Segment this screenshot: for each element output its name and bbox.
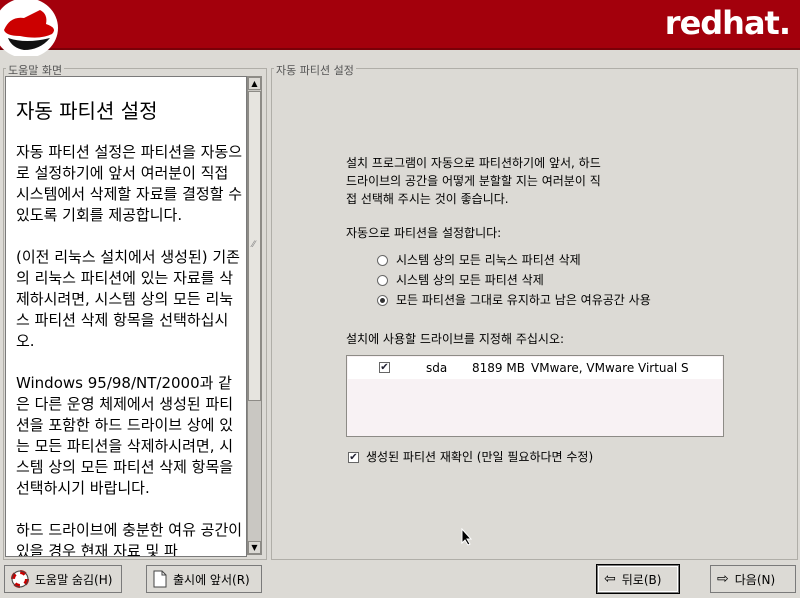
review-checkbox[interactable]: ✔ [348,452,359,463]
radio-button-selected[interactable] [377,295,388,306]
help-paragraph: (이전 리눅스 설치에서 생성된) 기존의 리눅스 파티션에 있는 자료를 삭제… [16,248,240,350]
drive-checkbox[interactable]: ✔ [379,362,390,373]
radio-label: 시스템 상의 모든 리눅스 파티션 삭제 [396,253,581,267]
back-button[interactable]: ⇦ 뒤로(B) [597,565,679,593]
help-scrollbar[interactable]: ▲ ⁄⁄ ▼ [247,76,262,555]
partition-frame-label: 자동 파티션 설정 [274,62,356,78]
radio-button[interactable] [377,255,388,266]
radio-prompt: 자동으로 파티션을 설정합니다: [346,226,502,240]
document-icon [153,570,167,588]
intro-line: 드라이브의 공간을 어떻게 분할할 지는 여러분이 직 [346,174,601,188]
scroll-up-arrow-icon[interactable]: ▲ [248,77,261,90]
release-notes-button[interactable]: 출시에 앞서(R) [146,565,262,593]
hide-help-label: 도움말 숨김(H) [35,572,113,587]
drive-prompt: 설치에 사용할 드라이브를 지정해 주십시오: [346,332,565,346]
drive-size: 8189 MB [472,361,525,375]
back-label: 뒤로(B) [621,572,662,587]
help-paragraph: 자동 파티션 설정은 파티션을 자동으로 설정하기에 앞서 여러분이 직접 시스… [16,143,243,224]
grip-icon: ⁄⁄ [252,240,256,250]
drive-model: VMware, VMware Virtual S [531,361,689,375]
intro-line: 설치 프로그램이 자동으로 파티션하기에 앞서, 하드 [346,156,601,170]
review-label: 생성된 파티션 재확인 (만일 필요하다면 수정) [366,450,594,464]
drive-name: sda [426,361,448,375]
drive-list[interactable]: ✔ sda 8189 MB VMware, VMware Virtual S [346,355,724,437]
lifebuoy-icon [11,570,29,588]
partition-frame [271,68,798,560]
redhat-brand-text: redhat. [664,4,791,42]
radio-label: 모든 파티션을 그대로 유지하고 남은 여유공간 사용 [396,293,651,307]
header-banner: redhat. [0,0,800,56]
arrow-right-icon: ⇨ [717,571,729,587]
redhat-shadowman-logo [0,0,58,56]
next-button[interactable]: ⇨ 다음(N) [710,565,796,593]
arrow-left-icon: ⇦ [604,571,616,587]
release-notes-label: 출시에 앞서(R) [173,572,250,587]
help-title: 자동 파티션 설정 [16,99,158,123]
help-paragraph: Windows 95/98/NT/2000과 같은 다른 운영 체제에서 생성된… [16,374,234,497]
radio-button[interactable] [377,275,388,286]
help-paragraph: 하드 드라이브에 충분한 여유 공간이 있을 경우 현재 자료 및 파 [16,521,243,557]
help-text-view[interactable]: 자동 파티션 설정 자동 파티션 설정은 파티션을 자동으로 설정하기에 앞서 … [5,76,247,557]
next-label: 다음(N) [734,572,776,587]
hide-help-button[interactable]: 도움말 숨김(H) [4,565,122,593]
scroll-down-arrow-icon[interactable]: ▼ [248,541,261,554]
intro-line: 접 선택해 주시는 것이 좋습니다. [346,192,509,206]
drive-row[interactable]: ✔ sda 8189 MB VMware, VMware Virtual S [348,357,722,379]
scrollbar-thumb[interactable]: ⁄⁄ [248,91,261,401]
radio-label: 시스템 상의 모든 파티션 삭제 [396,273,544,287]
mouse-pointer-icon [461,528,473,546]
